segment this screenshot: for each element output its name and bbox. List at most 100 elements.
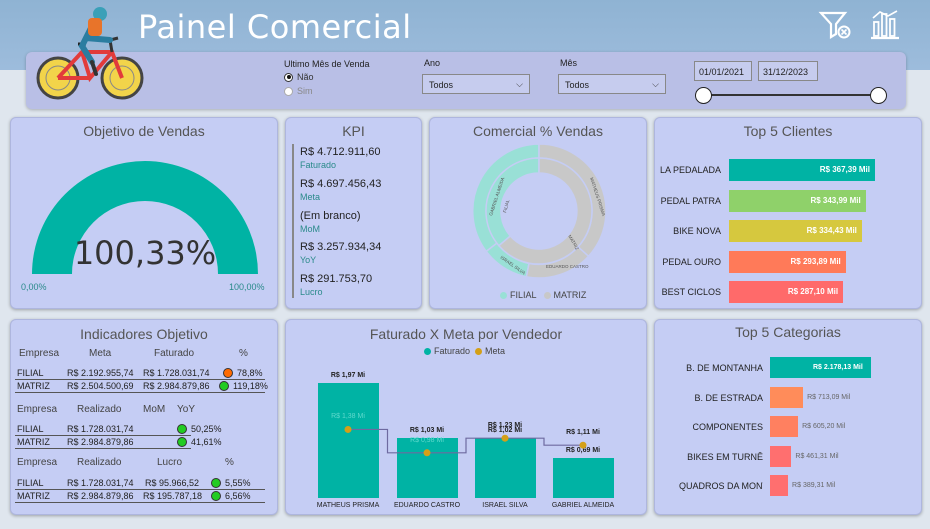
meta-point[interactable] <box>501 434 509 442</box>
ano-select[interactable]: Todos ⌵ <box>422 74 530 94</box>
cell: R$ 2.984.879,86 <box>67 437 134 447</box>
categoria-value: R$ 713,09 Mil <box>807 393 851 401</box>
cell: 50,25% <box>191 424 222 434</box>
objetivo-gauge <box>32 161 258 274</box>
mes-value: Todos <box>565 80 590 90</box>
comercial-card: Comercial % Vendas GABRIEL ALMEIDA ISRAE… <box>429 117 647 309</box>
categoria-bar[interactable] <box>770 416 799 437</box>
chevron-down-icon: ⌵ <box>516 79 523 89</box>
col-header: Meta <box>89 348 112 359</box>
sunburst-label: FILIAL <box>502 199 510 214</box>
cell: R$ 2.192.955,74 <box>67 368 134 378</box>
legend-dot-icon <box>543 291 551 299</box>
meta-point[interactable] <box>423 449 431 457</box>
kpi-value: R$ 3.257.934,34 <box>300 241 382 253</box>
cell: R$ 2.984.879,86 <box>67 491 134 501</box>
cell: 41,61% <box>191 437 222 447</box>
categoria-bar[interactable] <box>770 475 789 496</box>
col-header: Realizado <box>77 404 122 415</box>
row-divider <box>15 502 265 503</box>
cell: FILIAL <box>17 424 44 434</box>
cell: FILIAL <box>17 478 44 488</box>
sunburst-chart[interactable]: GABRIEL ALMEIDA ISRAEL SILVA EDUARDO CAS… <box>430 118 647 309</box>
top-categorias-card: Top 5 Categorias B. DE MONTANHA R$ 2.178,… <box>654 319 922 515</box>
cliente-bar[interactable]: R$ 343,99 Mil <box>729 189 866 212</box>
radio-unselected-icon <box>284 86 293 96</box>
cell: MATRIZ <box>17 437 50 447</box>
categoria-bar[interactable] <box>770 386 804 408</box>
status-dot-icon <box>177 437 187 447</box>
cell: R$ 1.728.031,74 <box>143 368 210 378</box>
date-slider-end-handle[interactable] <box>870 87 887 104</box>
ultimo-mes-label: Ultimo Mês de Venda <box>284 59 370 69</box>
clear-filter-icon[interactable] <box>818 8 852 42</box>
row-divider <box>15 379 265 380</box>
meta-line-series <box>344 425 587 457</box>
status-dot-icon <box>211 478 221 488</box>
col-header: Empresa <box>17 457 58 468</box>
cliente-label: LA PEDALADA <box>659 165 721 175</box>
col-header: Realizado <box>77 457 122 468</box>
cell: 119,18% <box>233 381 268 391</box>
row-divider <box>15 489 265 490</box>
cell: MATRIZ <box>17 381 50 391</box>
col-header: Empresa <box>17 404 58 415</box>
mes-label: Mês <box>560 58 578 68</box>
ano-value: Todos <box>429 80 454 90</box>
cliente-label: BEST CICLOS <box>661 287 721 297</box>
meta-point[interactable] <box>579 441 587 449</box>
col-header: Lucro <box>157 457 183 468</box>
col-header: % <box>225 457 234 468</box>
sunburst-label: EDUARDO CASTRO <box>546 264 589 269</box>
cell: R$ 195.787,18 <box>143 491 203 501</box>
kpi-label: Faturado <box>300 160 337 170</box>
kpi-label: Meta <box>300 192 321 202</box>
date-start-input[interactable]: 01/01/2021 <box>694 61 752 81</box>
meta-point[interactable] <box>344 425 352 433</box>
indicadores-card: Indicadores Objetivo Empresa Meta Fatura… <box>10 319 278 515</box>
categoria-bar[interactable] <box>770 445 792 467</box>
objetivo-value: 100,33% <box>73 234 217 272</box>
cliente-bar[interactable]: R$ 293,89 Mil <box>729 250 846 273</box>
categoria-label: BIKES EM TURNÊ <box>687 451 763 462</box>
cliente-bar[interactable]: R$ 367,39 Mil <box>729 159 875 181</box>
kpi-value: R$ 4.712.911,60 <box>300 146 381 158</box>
top-clientes-card: Top 5 Clientes LA PEDALADA R$ 367,39 Mil P… <box>654 117 922 309</box>
cell: 5,55% <box>225 478 251 488</box>
cliente-bar[interactable]: R$ 334,43 Mil <box>729 220 862 242</box>
status-dot-icon <box>177 424 187 434</box>
top-categorias-title: Top 5 Categorias <box>735 324 841 340</box>
categoria-value: R$ 461,31 Mil <box>795 452 839 460</box>
page-title: Painel Comercial <box>138 8 412 46</box>
radio-nao[interactable]: Não <box>284 72 314 82</box>
objetivo-min: 0,00% <box>21 282 47 292</box>
kpi-value: (Em branco) <box>300 210 361 222</box>
date-slider-start-handle[interactable] <box>695 87 712 104</box>
comercial-legend: FILIAL MATRIZ <box>500 290 586 300</box>
kpi-value: R$ 291.753,70 <box>300 273 373 285</box>
cell: R$ 95.966,52 <box>145 478 200 488</box>
mes-select[interactable]: Todos ⌵ <box>558 74 666 94</box>
ano-label: Ano <box>424 58 441 68</box>
kpi-title: KPI <box>342 123 365 139</box>
cliente-bar[interactable]: R$ 287,10 Mil <box>729 281 844 303</box>
cell: FILIAL <box>17 368 44 378</box>
kpi-divider <box>292 144 294 298</box>
date-end-input[interactable]: 31/12/2023 <box>758 61 818 81</box>
kpi-card: KPI R$ 4.712.911,60 Faturado R$ 4.697.45… <box>285 117 422 309</box>
kpi-label: MoM <box>300 224 320 234</box>
cell: R$ 2.504.500,69 <box>67 381 134 391</box>
cell: R$ 1.728.031,74 <box>67 424 134 434</box>
bar-chart-icon[interactable] <box>868 8 902 42</box>
col-header: % <box>239 348 248 359</box>
cell: MATRIZ <box>17 491 50 501</box>
cliente-label: BIKE NOVA <box>673 226 721 236</box>
date-slider-track[interactable] <box>704 94 879 96</box>
radio-sim-label: Sim <box>297 86 313 96</box>
kpi-label: Lucro <box>300 287 323 297</box>
cell: 78,8% <box>237 368 263 378</box>
status-dot-icon <box>211 491 221 501</box>
row-divider <box>15 448 191 449</box>
col-header: YoY <box>177 404 195 415</box>
radio-sim[interactable]: Sim <box>284 86 313 96</box>
